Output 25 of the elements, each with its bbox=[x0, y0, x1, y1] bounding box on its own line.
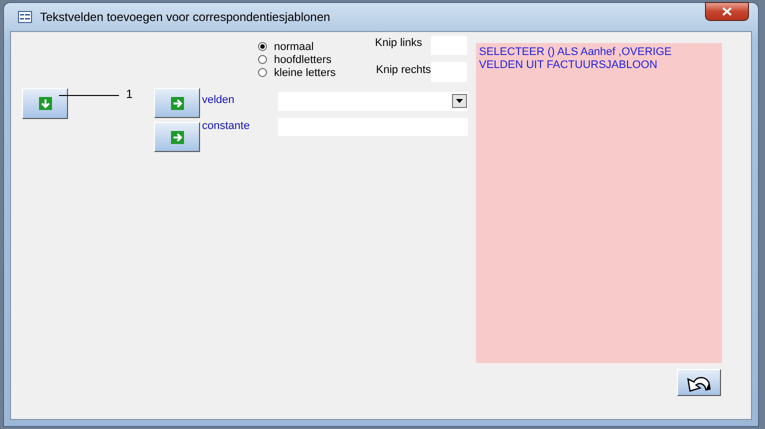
form-icon bbox=[18, 11, 32, 23]
radio-button[interactable] bbox=[258, 42, 267, 51]
constant-label: constante bbox=[202, 120, 250, 132]
radio-label: normaal bbox=[274, 40, 314, 52]
note-text: SELECTEER () ALS Aanhef ,OVERIGE VELDEN UIT FACTUURSJABLOON bbox=[479, 46, 673, 72]
right-arrow-icon bbox=[170, 96, 184, 110]
right-arrow-icon bbox=[170, 130, 184, 144]
trim-left-label: Knip links bbox=[375, 37, 422, 49]
counter-text: 1 bbox=[126, 87, 133, 101]
radio-button[interactable] bbox=[258, 68, 267, 77]
trim-right-label: Knip rechts bbox=[376, 64, 432, 76]
window-title: Tekstvelden toevoegen voor correspondentiesjablonen bbox=[40, 10, 330, 24]
move-down-button[interactable] bbox=[22, 88, 68, 119]
add-constant-button[interactable] bbox=[154, 122, 200, 152]
leader-line bbox=[59, 95, 119, 96]
down-arrow-icon bbox=[38, 97, 52, 110]
radio-label: kleine letters bbox=[274, 66, 336, 78]
close-icon bbox=[722, 7, 732, 16]
close-button[interactable] bbox=[705, 2, 749, 21]
radio-button[interactable] bbox=[258, 55, 267, 64]
fields-dropdown[interactable] bbox=[278, 92, 468, 111]
add-field-button[interactable] bbox=[154, 88, 200, 118]
field-label: velden bbox=[202, 94, 234, 106]
undo-button[interactable] bbox=[677, 369, 721, 396]
radio-label: hoofdletters bbox=[274, 54, 332, 66]
